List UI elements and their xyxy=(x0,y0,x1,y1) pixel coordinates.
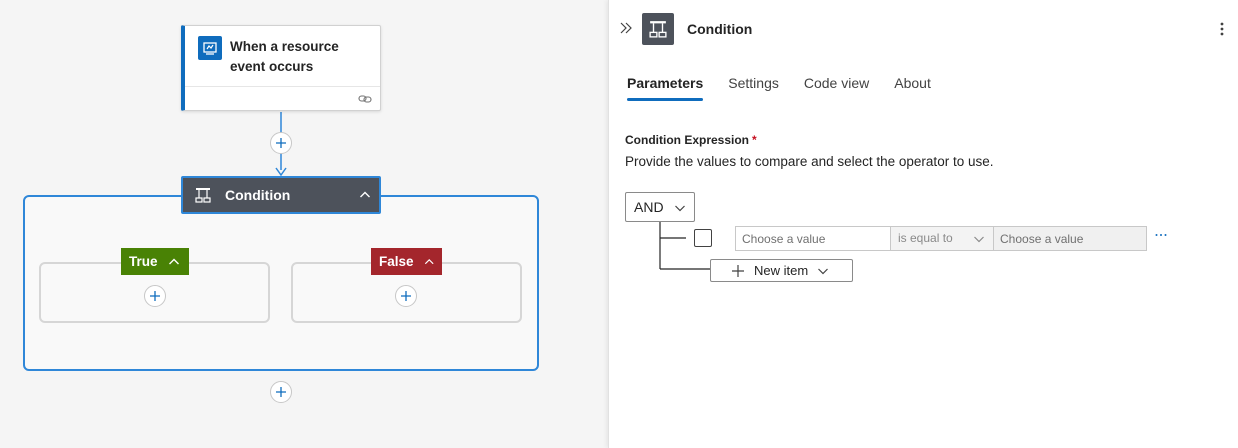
add-false-action-button[interactable] xyxy=(395,285,417,307)
operator-value: is equal to xyxy=(898,231,953,245)
chevron-down-icon xyxy=(818,268,829,274)
panel-condition-icon xyxy=(642,13,674,45)
plus-icon xyxy=(401,291,411,301)
true-branch-label: True xyxy=(129,254,158,269)
true-branch-tag[interactable]: True xyxy=(121,248,189,275)
trigger-title: When a resource event occurs xyxy=(230,39,339,74)
plus-icon xyxy=(150,291,160,301)
condition-row: is equal to xyxy=(735,226,1147,251)
link-icon xyxy=(358,95,372,103)
field-description: Provide the values to compare and select… xyxy=(625,154,994,169)
plus-icon xyxy=(732,264,744,277)
condition-expression-label: Condition Expression * xyxy=(625,133,757,147)
group-operator-value: AND xyxy=(634,199,664,215)
panel-tabs: Parameters Settings Code view About xyxy=(627,75,956,101)
plus-icon xyxy=(276,138,286,148)
new-item-button[interactable]: New item xyxy=(710,259,853,282)
new-item-label: New item xyxy=(754,263,809,278)
row-more-icon[interactable] xyxy=(1154,228,1168,242)
add-true-action-button[interactable] xyxy=(144,285,166,307)
chevron-down-icon xyxy=(675,205,685,212)
condition-label: Condition xyxy=(225,187,291,203)
tab-settings[interactable]: Settings xyxy=(728,75,779,101)
chevron-up-icon xyxy=(168,258,179,264)
more-options-icon[interactable] xyxy=(1216,21,1228,37)
left-value-input[interactable] xyxy=(736,227,890,250)
add-next-step-button[interactable] xyxy=(270,381,292,403)
designer-canvas: When a resource event occurs Condition T… xyxy=(0,0,608,448)
event-grid-icon xyxy=(198,36,222,60)
tab-code-view[interactable]: Code view xyxy=(804,75,869,101)
chevron-up-icon[interactable] xyxy=(359,189,371,201)
collapse-panel-icon[interactable] xyxy=(619,21,633,35)
false-branch-tag[interactable]: False xyxy=(371,248,442,275)
false-branch-label: False xyxy=(379,254,414,269)
plus-icon xyxy=(276,387,286,397)
tab-parameters[interactable]: Parameters xyxy=(627,75,704,101)
trigger-card[interactable]: When a resource event occurs xyxy=(181,25,381,111)
operator-dropdown[interactable]: is equal to xyxy=(890,227,994,250)
condition-icon xyxy=(649,21,667,38)
group-operator-dropdown[interactable]: AND xyxy=(625,192,695,222)
tab-about[interactable]: About xyxy=(894,75,931,101)
trigger-divider xyxy=(185,86,380,87)
row-select-checkbox[interactable] xyxy=(694,229,712,247)
required-marker: * xyxy=(752,133,757,147)
field-label-text: Condition Expression xyxy=(625,133,750,147)
chevron-up-icon xyxy=(424,258,434,264)
insert-step-button[interactable] xyxy=(270,132,292,154)
chevron-down-icon xyxy=(974,236,984,243)
panel-title: Condition xyxy=(687,21,753,37)
details-panel: Condition Parameters Settings Code view … xyxy=(608,0,1238,448)
right-value-input[interactable] xyxy=(994,227,1146,250)
condition-icon xyxy=(195,188,211,203)
condition-action-header[interactable]: Condition xyxy=(181,176,381,214)
